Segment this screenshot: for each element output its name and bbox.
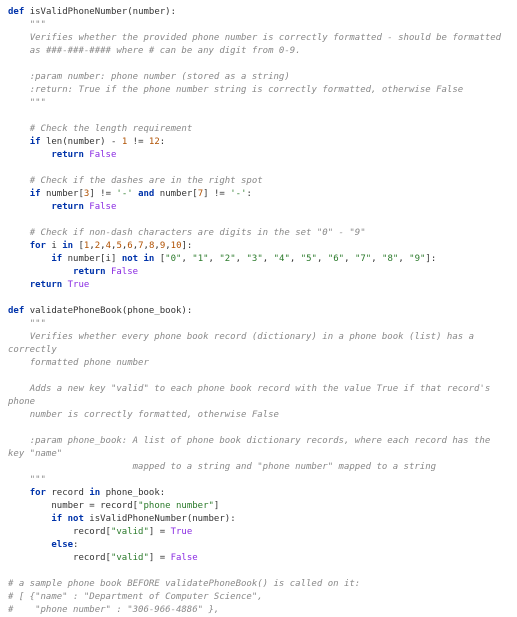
docstring-line: :return: True if the phone number string… [8,85,463,95]
docstring-line: as ###-###-#### where # can be any digit… [8,46,301,56]
docstring: """ [8,475,46,485]
docstring: """ [8,319,46,329]
docstring-line: :param phone_book: A list of phone book … [8,436,496,459]
docstring-line: number is correctly formatted, otherwise… [8,410,279,420]
code-block: def isValidPhoneNumber(number): """ Veri… [0,0,517,617]
docstring-line: formatted phone number [8,358,149,368]
comment: # Check if the dashes are in the right s… [8,176,263,186]
docstring-line: Verifies whether every phone book record… [8,332,479,355]
docstring-line: Verifies whether the provided phone numb… [8,33,501,43]
docstring: """ [8,98,46,108]
docstring-line: Adds a new key "valid" to each phone boo… [8,384,496,407]
comment: # a sample phone book BEFORE validatePho… [8,579,360,589]
comment: # Check if non-dash characters are digit… [8,228,366,238]
comment: # [ {"name" : "Department of Computer Sc… [8,592,263,602]
comment: # Check the length requirement [8,124,192,134]
comment: # "phone number" : "306-966-4886" }, [8,605,219,615]
docstring-line: :param number: phone number (stored as a… [8,72,290,82]
docstring-line: mapped to a string and "phone number" ma… [8,462,436,472]
docstring: """ [8,20,46,30]
code-line: def [8,7,24,17]
